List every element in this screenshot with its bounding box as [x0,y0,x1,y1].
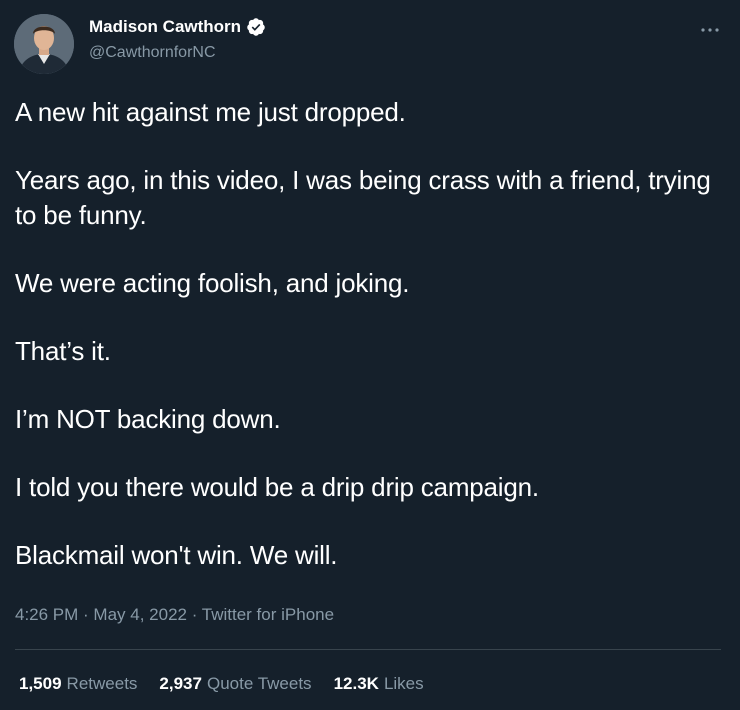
likes-count: 12.3K [333,674,379,693]
tweet-text: A new hit against me just dropped. Years… [15,95,727,606]
likes-stat[interactable]: 12.3K Likes [334,674,424,694]
quote-tweets-label: Quote Tweets [206,674,312,693]
tweet-paragraph: I told you there would be a drip drip ca… [15,472,539,502]
engagement-stats: 1,509 Retweets 2,937 Quote Tweets 12.3K Lik… [19,674,446,694]
verified-badge-icon [246,17,266,37]
author-name-row[interactable]: Madison Cawthorn [89,17,266,37]
avatar[interactable] [14,14,74,74]
retweets-label: Retweets [66,674,138,693]
tweet-timestamp-source[interactable]: 4:26 PM · May 4, 2022 · Twitter for iPho… [15,605,334,625]
tweet-paragraph: We were acting foolish, and joking. [15,268,410,298]
divider [15,649,721,650]
quote-tweets-stat[interactable]: 2,937 Quote Tweets [159,674,311,694]
tweet-paragraph: A new hit against me just dropped. [15,97,406,127]
more-options-icon [701,28,719,32]
tweet-paragraph: I’m NOT backing down. [15,404,281,434]
tweet-paragraph: Years ago, in this video, I was being cr… [15,165,711,230]
retweets-count: 1,509 [19,674,62,693]
likes-label: Likes [383,674,424,693]
avatar-image [14,14,74,74]
author-handle[interactable]: @CawthornforNC [89,44,216,62]
more-options-button[interactable] [698,18,722,42]
tweet-paragraph: That’s it. [15,336,111,366]
tweet-paragraph: Blackmail won't win. We will. [15,540,338,570]
quote-tweets-count: 2,937 [159,674,202,693]
author-display-name[interactable]: Madison Cawthorn [89,17,241,37]
retweets-stat[interactable]: 1,509 Retweets [19,674,137,694]
tweet-card: Madison Cawthorn @CawthornforNC A new hi… [0,0,740,710]
